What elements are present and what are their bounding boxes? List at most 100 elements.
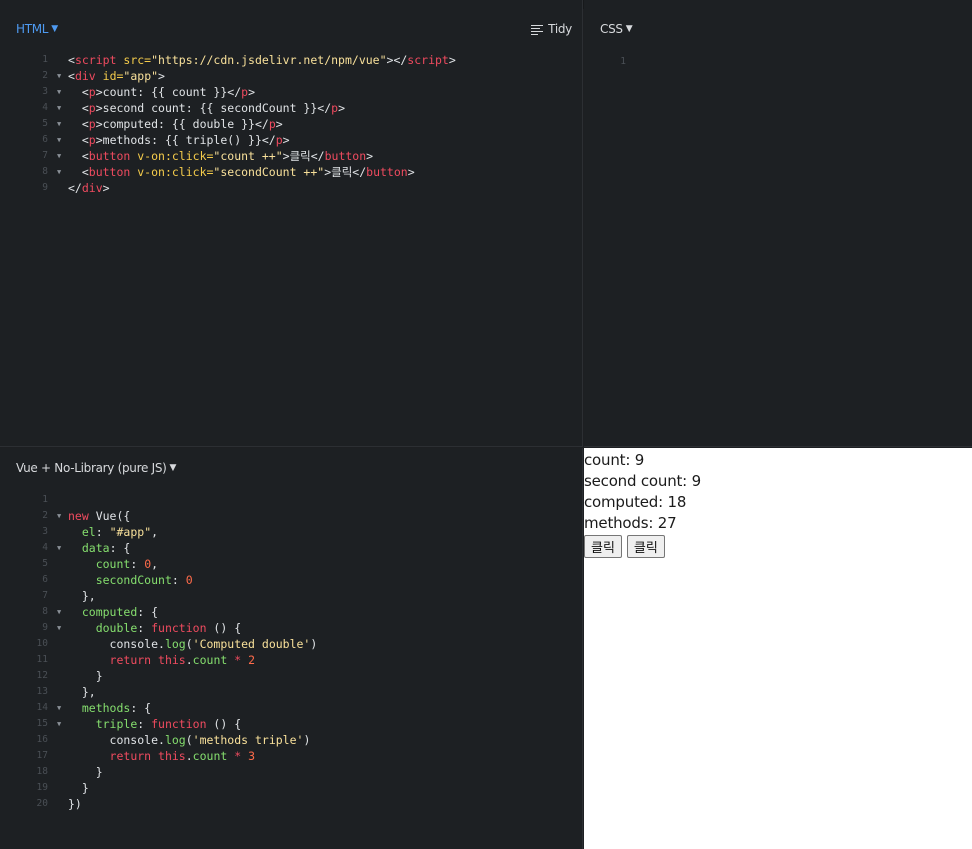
line-number: 7: [42, 150, 48, 161]
code-text: return this.count * 2: [68, 652, 256, 668]
code-text: return this.count * 3: [68, 748, 256, 764]
fold-triangle-icon[interactable]: ▼: [57, 84, 61, 100]
code-token: p: [88, 101, 96, 115]
code-text: </div>: [68, 180, 110, 196]
code-token: >count: {{ count }}</: [95, 85, 242, 99]
fold-triangle-icon[interactable]: ▼: [57, 508, 61, 524]
code-line[interactable]: 6 ▼ <p>methods: {{ triple() }}</p>: [0, 132, 582, 148]
code-token: :: [95, 525, 110, 539]
code-token: script: [407, 53, 449, 67]
code-line[interactable]: 10 console.log('Computed double'): [0, 636, 582, 652]
code-line[interactable]: 1: [584, 54, 972, 70]
code-line[interactable]: 20}): [0, 796, 582, 812]
fold-triangle-icon[interactable]: ▼: [57, 100, 61, 116]
code-token: :: [137, 621, 152, 635]
line-number: 4: [42, 102, 48, 113]
code-line[interactable]: 2 ▼ new Vue({: [0, 508, 582, 524]
code-line[interactable]: 18 }: [0, 764, 582, 780]
code-line[interactable]: 5 count: 0,: [0, 556, 582, 572]
code-token: >: [158, 69, 165, 83]
line-number: 14: [36, 702, 48, 713]
code-token: <: [68, 117, 89, 131]
code-line[interactable]: 9 ▼ double: function () {: [0, 620, 582, 636]
code-token: this: [158, 749, 186, 763]
code-line[interactable]: 8 ▼ computed: {: [0, 604, 582, 620]
css-code-editor[interactable]: 1: [584, 54, 972, 70]
tidy-button[interactable]: Tidy: [531, 22, 572, 36]
code-line[interactable]: 3 el: "#app",: [0, 524, 582, 540]
code-text: computed: {: [68, 604, 158, 620]
line-number: 20: [36, 798, 48, 809]
code-text: <p>count: {{ count }}</p>: [68, 84, 255, 100]
code-line[interactable]: 14 ▼ methods: {: [0, 700, 582, 716]
code-line[interactable]: 19 }: [0, 780, 582, 796]
second-count-click-button[interactable]: 클릭: [626, 535, 665, 558]
code-token: double: [95, 621, 138, 635]
fold-triangle-icon[interactable]: ▼: [57, 68, 61, 84]
code-line[interactable]: 2 ▼ <div id="app">: [0, 68, 582, 84]
code-token: >: [448, 53, 456, 67]
code-token: 0: [185, 573, 193, 587]
button-row: 클릭 클릭: [584, 535, 701, 558]
code-token: "https://cdn.jsdelivr.net/npm/vue": [151, 53, 387, 67]
html-language-select[interactable]: HTML ▼: [16, 22, 58, 36]
css-language-select[interactable]: CSS ▼: [600, 22, 633, 36]
caret-down-icon: ▼: [169, 463, 177, 473]
line-number: 6: [42, 134, 48, 145]
fold-triangle-icon[interactable]: ▼: [57, 148, 61, 164]
code-text: }): [68, 796, 82, 812]
code-line[interactable]: 1 <script src="https://cdn.jsdelivr.net/n…: [0, 52, 582, 68]
fold-triangle-icon[interactable]: ▼: [57, 700, 61, 716]
html-code-editor[interactable]: 1 <script src="https://cdn.jsdelivr.net/n…: [0, 52, 582, 196]
code-line[interactable]: 17 return this.count * 3: [0, 748, 582, 764]
code-text: methods: {: [68, 700, 151, 716]
js-code-editor[interactable]: 1 2 ▼ new Vue({3 el: "#app", 4 ▼ data: {5 cou…: [0, 492, 582, 812]
code-token: <: [68, 85, 89, 99]
count-click-button[interactable]: 클릭: [584, 535, 622, 558]
code-line[interactable]: 9 </div>: [0, 180, 582, 196]
fold-triangle-icon[interactable]: ▼: [57, 540, 61, 556]
code-line[interactable]: 7 ▼ <button v-on:click="count ++">클릭</but…: [0, 148, 582, 164]
code-line[interactable]: 5 ▼ <p>computed: {{ double }}</p>: [0, 116, 582, 132]
code-token: 3: [248, 749, 256, 763]
code-token: }: [68, 765, 103, 779]
code-token: ,: [151, 557, 159, 571]
js-language-select[interactable]: Vue + No-Library (pure JS) ▼: [16, 461, 176, 475]
code-line[interactable]: 8 ▼ <button v-on:click="secondCount ++">클…: [0, 164, 582, 180]
fold-triangle-icon[interactable]: ▼: [57, 116, 61, 132]
code-line[interactable]: 15 ▼ triple: function () {: [0, 716, 582, 732]
fold-triangle-icon[interactable]: ▼: [57, 604, 61, 620]
code-token: }: [68, 669, 103, 683]
code-token: return: [109, 749, 152, 763]
code-line[interactable]: 3 ▼ <p>count: {{ count }}</p>: [0, 84, 582, 100]
code-token: >methods: {{ triple() }}</: [95, 133, 276, 147]
code-token: return: [109, 653, 152, 667]
css-language-label: CSS: [600, 22, 623, 36]
code-line[interactable]: 11 return this.count * 2: [0, 652, 582, 668]
code-token: triple: [95, 717, 138, 731]
code-line[interactable]: 16 console.log('methods triple'): [0, 732, 582, 748]
code-text: new Vue({: [68, 508, 130, 524]
code-text: },: [68, 684, 96, 700]
line-number: 12: [36, 670, 48, 681]
fold-triangle-icon[interactable]: ▼: [57, 620, 61, 636]
vue-app-output: count: 9 second count: 9 computed: 18 me…: [584, 450, 701, 558]
code-line[interactable]: 4 ▼ <p>second count: {{ secondCount }}</p…: [0, 100, 582, 116]
line-number: 10: [36, 638, 48, 649]
code-line[interactable]: 12 }: [0, 668, 582, 684]
fold-triangle-icon[interactable]: ▼: [57, 132, 61, 148]
caret-down-icon: ▼: [625, 24, 633, 34]
code-line[interactable]: 13 },: [0, 684, 582, 700]
code-line[interactable]: 6 secondCount: 0: [0, 572, 582, 588]
code-line[interactable]: 1: [0, 492, 582, 508]
code-line[interactable]: 4 ▼ data: {: [0, 540, 582, 556]
code-token: p: [268, 117, 276, 131]
fold-triangle-icon[interactable]: ▼: [57, 716, 61, 732]
code-token: },: [68, 685, 96, 699]
code-line[interactable]: 7 },: [0, 588, 582, 604]
fold-triangle-icon[interactable]: ▼: [57, 164, 61, 180]
line-number: 1: [42, 494, 48, 505]
